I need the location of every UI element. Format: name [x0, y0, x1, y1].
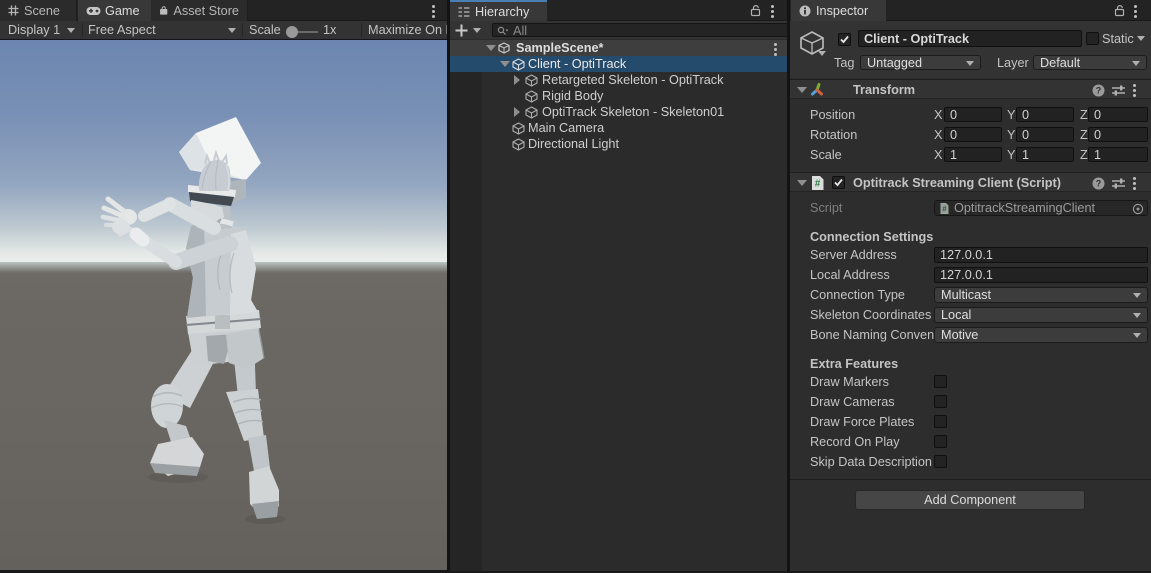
svg-text:#: #: [942, 204, 947, 213]
svg-text:#: #: [815, 179, 821, 190]
svg-text:?: ?: [1096, 179, 1102, 189]
svg-text:?: ?: [1096, 86, 1102, 96]
